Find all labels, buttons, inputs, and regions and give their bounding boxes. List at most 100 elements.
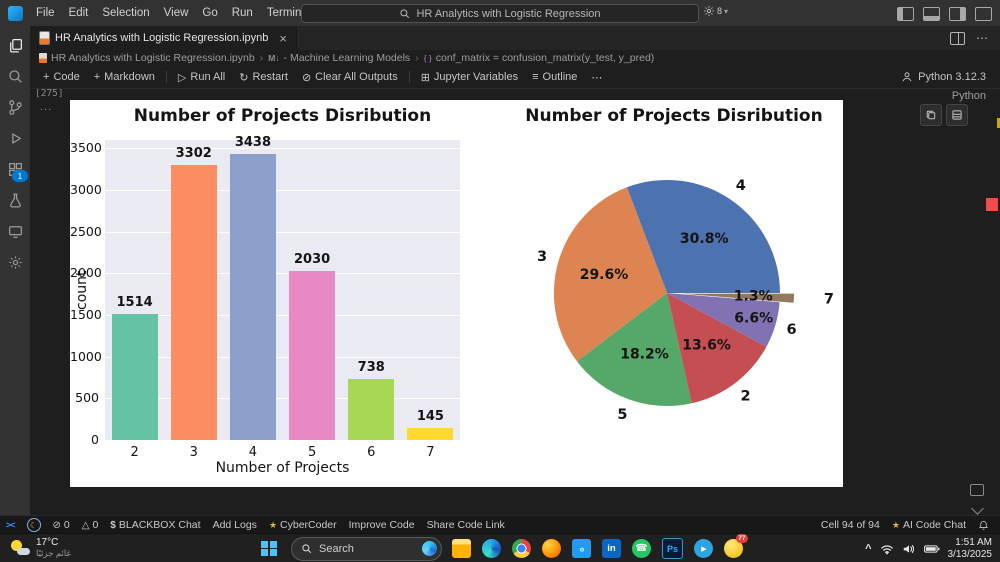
play-icon: ▷ — [177, 71, 187, 84]
notifications[interactable] — [972, 516, 995, 534]
output-options-button[interactable] — [946, 104, 968, 126]
whatsapp-icon[interactable]: ☎ — [632, 539, 651, 558]
status-bar: >< ☾ ⊘ 0 △ 0 $ BLACKBOX Chat Add Logs ★ CyberCoder… — [0, 515, 1000, 534]
scroll-down-icon[interactable] — [970, 502, 984, 515]
windows-logo-icon — [261, 540, 277, 557]
tab-bar: HR Analytics with Logistic Regression.ip… — [30, 26, 1000, 50]
paper-plane-glyph: ▶ — [701, 545, 707, 553]
tools-icon[interactable] — [0, 247, 30, 278]
cybercoder[interactable]: ★ CyberCoder — [263, 516, 343, 534]
kernel-picker[interactable]: Python 3.12.3 — [901, 71, 1000, 83]
more-actions-button[interactable]: ⋯ — [584, 66, 609, 88]
status-label: Cell 94 of 94 — [820, 519, 880, 531]
jupyter-variables-button[interactable]: ⊞ Jupyter Variables — [414, 66, 525, 88]
weather-desc: غائم جزئيًا — [36, 548, 71, 558]
linkedin-icon[interactable]: in — [602, 539, 621, 558]
spark-icon: ★ — [891, 519, 900, 530]
run-debug-icon[interactable] — [0, 123, 30, 154]
volume-icon[interactable] — [902, 543, 916, 555]
more-editor-actions-icon[interactable]: ⋯ — [976, 31, 988, 45]
explorer-icon[interactable] — [0, 30, 30, 61]
file-explorer-icon[interactable] — [452, 539, 471, 558]
split-editor-icon[interactable] — [950, 31, 965, 45]
share-code-link[interactable]: Share Code Link — [421, 516, 511, 534]
minimap-icon[interactable] — [970, 484, 984, 496]
bar-value-label: 3438 — [234, 134, 271, 150]
vscode-icon[interactable]: ‹› — [572, 539, 591, 558]
pie-category-label: 2 — [740, 389, 750, 405]
bar-plot-area — [105, 140, 460, 440]
table-icon: ⊞ — [420, 71, 430, 84]
blackbox-chat[interactable]: $ BLACKBOX Chat — [104, 516, 206, 534]
messenger-icon[interactable]: 77 — [724, 534, 748, 558]
chevron-down-icon: ▾ — [724, 6, 729, 16]
list-icon: ≡ — [532, 71, 539, 83]
toggle-secondary-sidebar-icon[interactable] — [949, 7, 966, 21]
photoshop-icon[interactable]: Ps — [662, 538, 683, 559]
telegram-icon[interactable]: ▶ — [694, 539, 713, 558]
ai-code-chat[interactable]: ★ AI Code Chat — [886, 516, 972, 534]
spark-icon: ★ — [268, 519, 278, 530]
weather-widget[interactable]: 17°C غائم جزئيًا — [10, 537, 71, 558]
outline-button[interactable]: ≡ Outline — [525, 66, 584, 88]
menu-edit[interactable]: Edit — [62, 0, 96, 26]
menu-run[interactable]: Run — [225, 0, 260, 26]
hidden-icons-chevron[interactable]: ^ — [865, 543, 871, 555]
bar-6 — [348, 378, 395, 440]
status-label: AI Code Chat — [902, 519, 966, 531]
command-center[interactable]: HR Analytics with Logistic Regression — [301, 4, 699, 23]
menu-view[interactable]: View — [157, 0, 196, 26]
cell-position[interactable]: Cell 94 of 94 — [815, 516, 886, 534]
menu-selection[interactable]: Selection — [95, 0, 156, 26]
wifi-icon[interactable] — [880, 543, 894, 555]
customize-layout-icon[interactable] — [975, 7, 992, 21]
settings-sync-indicator[interactable]: 8 ▾ — [703, 5, 728, 17]
command-center-title: HR Analytics with Logistic Regression — [416, 7, 601, 20]
add-markdown-button[interactable]: + Markdown — [87, 66, 162, 88]
clear-all-outputs-button[interactable]: ⊘ Clear All Outputs — [295, 66, 405, 88]
copy-output-button[interactable] — [920, 104, 942, 126]
menu-file[interactable]: File — [29, 0, 62, 26]
pie-percent-label: 18.2% — [620, 347, 669, 363]
improve-code[interactable]: Improve Code — [343, 516, 421, 534]
tab-notebook[interactable]: HR Analytics with Logistic Regression.ip… — [30, 26, 297, 50]
x-tick-label: 4 — [248, 445, 258, 460]
titlebar: FileEditSelectionViewGoRunTerminalHelp H… — [0, 0, 1000, 26]
problems-errors[interactable]: ⊘ 0 — [47, 516, 76, 534]
weather-extension[interactable]: ☾ — [21, 516, 47, 534]
toggle-panel-icon[interactable] — [923, 7, 940, 21]
source-control-icon[interactable] — [0, 92, 30, 123]
remote-explorer-icon[interactable] — [0, 216, 30, 247]
firefox-icon[interactable] — [542, 539, 561, 558]
testing-icon[interactable] — [0, 185, 30, 216]
breadcrumb-item[interactable]: { } conf_matrix = confusion_matrix(y_test… — [424, 52, 655, 64]
y-tick-label: 2000 — [70, 265, 102, 281]
extensions-icon[interactable]: 1 — [0, 154, 30, 185]
battery-icon[interactable] — [923, 544, 940, 554]
close-tab-icon[interactable]: × — [279, 31, 287, 46]
y-tick-label: 2500 — [70, 223, 102, 239]
y-tick-label: 1500 — [70, 307, 102, 322]
chrome-icon[interactable] — [512, 539, 531, 558]
person-icon — [902, 72, 912, 82]
add-code-button[interactable]: + Code — [36, 66, 87, 88]
taskbar-search[interactable]: Search — [291, 536, 442, 561]
run-all-button[interactable]: ▷ Run All — [171, 66, 232, 88]
toggle-sidebar-icon[interactable] — [897, 7, 914, 21]
bar-value-label: 738 — [357, 359, 385, 375]
taskbar-clock[interactable]: 1:51 AM 3/13/2025 — [948, 537, 993, 560]
search-view-icon[interactable] — [0, 61, 30, 92]
remote-indicator[interactable]: >< — [0, 516, 21, 534]
breadcrumb-item[interactable]: HR Analytics with Logistic Regression.ip… — [39, 52, 255, 64]
gear-badge: 8 — [717, 6, 723, 16]
gridline — [105, 273, 460, 275]
cell-language-picker[interactable]: Python — [952, 90, 986, 102]
start-button[interactable] — [257, 537, 281, 561]
edge-icon[interactable] — [482, 539, 501, 558]
restart-button[interactable]: ↻ Restart — [232, 66, 295, 88]
problems-warnings[interactable]: △ 0 — [76, 516, 105, 534]
breadcrumb-item[interactable]: M↓ - Machine Learning Models — [268, 52, 410, 64]
menu-go[interactable]: Go — [195, 0, 224, 26]
add-logs[interactable]: Add Logs — [207, 516, 263, 534]
cell-collapsed-indicator[interactable]: ... — [40, 101, 52, 113]
